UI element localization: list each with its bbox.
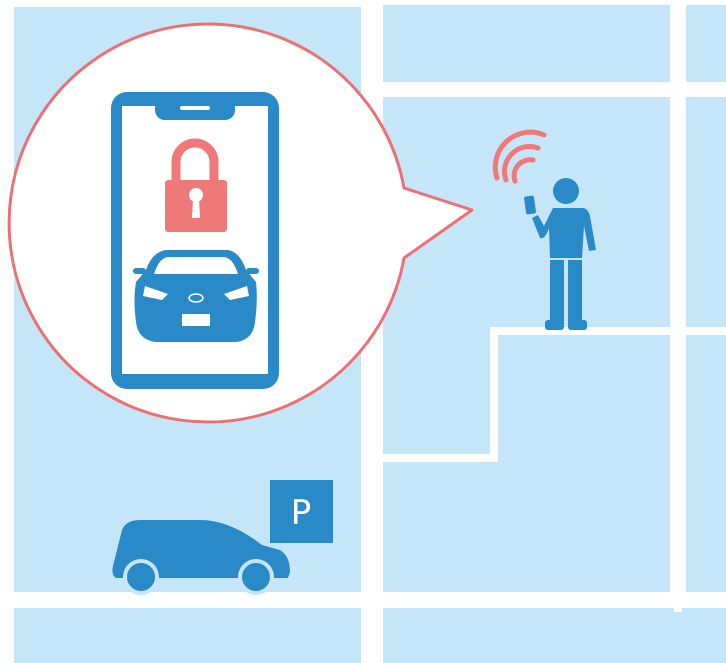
person-leg xyxy=(568,260,582,322)
lock-keyhole-slot xyxy=(192,199,200,218)
map-block xyxy=(686,97,726,327)
car-mirror xyxy=(246,268,259,274)
person-leg xyxy=(550,260,564,322)
person-head xyxy=(553,178,579,204)
person-foot xyxy=(545,320,564,330)
person-foot xyxy=(568,320,587,330)
parking-sign-icon: P xyxy=(270,480,333,543)
car-front-icon xyxy=(133,250,259,342)
phone-speaker xyxy=(180,106,210,110)
smartphone-icon xyxy=(111,92,279,389)
car-license-plate xyxy=(182,314,210,326)
car-mirror xyxy=(133,268,146,274)
map-block xyxy=(686,5,726,82)
illustration-canvas: P xyxy=(7,5,726,663)
map-block xyxy=(383,5,670,82)
remote-lock-illustration: P xyxy=(0,0,726,663)
car-windshield xyxy=(154,257,238,274)
map-block xyxy=(383,327,490,454)
map-block xyxy=(14,608,361,663)
map-block xyxy=(497,335,670,462)
map-block xyxy=(686,335,726,592)
map-block xyxy=(383,608,726,663)
parking-sign-label: P xyxy=(291,493,312,533)
car-wheel xyxy=(238,559,274,595)
map-block xyxy=(383,462,670,592)
car-wheel xyxy=(123,559,159,595)
